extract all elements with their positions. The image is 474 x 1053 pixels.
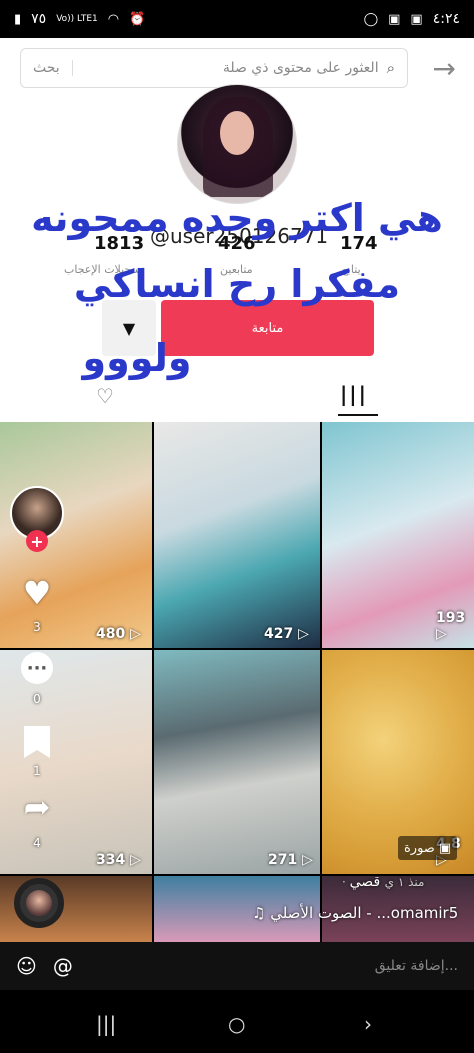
- avatar-face: [220, 111, 254, 155]
- share-count: 4: [33, 836, 41, 850]
- battery-icon: ▮: [14, 11, 22, 27]
- comment-bar: ☺ @ إضافة تعليق...: [0, 942, 474, 990]
- home-icon[interactable]: ○: [228, 1012, 245, 1036]
- view-count: 334 ▷: [96, 852, 141, 868]
- network-label: Vo)) LTE1: [56, 14, 98, 24]
- view-count: 271 ▷: [268, 852, 313, 868]
- image-icon: ▣: [410, 11, 423, 27]
- status-left: ▮ ٧٥ Vo)) LTE1 ◠ ⏰: [14, 11, 145, 27]
- photo-tag: صورة ▣: [398, 836, 458, 860]
- alarm-icon: ⏰: [129, 11, 146, 27]
- video-grid: 480 ▷ 427 ▷ 193 ▷ 334 ▷ 271 ▷ 4.8 ▷: [0, 422, 474, 942]
- back-icon[interactable]: ›: [364, 1012, 372, 1036]
- search-icon: ⌕: [386, 59, 395, 77]
- active-tab-indicator: [338, 414, 378, 416]
- music-disc-cover: [26, 890, 52, 916]
- tab-liked-hidden-icon[interactable]: ♡: [96, 384, 114, 408]
- follow-plus-icon[interactable]: +: [26, 530, 48, 552]
- back-arrow-icon[interactable]: →: [433, 52, 456, 85]
- comment-input[interactable]: إضافة تعليق...: [89, 958, 458, 974]
- share-icon[interactable]: ➦: [18, 788, 56, 826]
- clock: ٤:٢٤: [432, 11, 460, 27]
- overlay-text-line1: هي اكتر وحده ممحونه: [31, 196, 443, 240]
- music-disc-icon[interactable]: [14, 878, 64, 928]
- search-button[interactable]: بحث: [33, 60, 73, 76]
- bookmark-count: 1: [33, 764, 41, 778]
- battery-level: ٧٥: [31, 11, 47, 27]
- view-count: 480 ▷: [96, 626, 141, 642]
- emoji-icon[interactable]: ☺: [16, 954, 37, 978]
- search-input[interactable]: العثور على محتوى ذي صلة: [73, 60, 387, 76]
- system-nav-bar: ||| ○ ›: [0, 990, 474, 1053]
- video-thumbnail[interactable]: 427 ▷: [154, 422, 320, 648]
- view-count: 427 ▷: [264, 626, 309, 642]
- video-thumbnail[interactable]: 193 ▷: [322, 422, 474, 648]
- search-bar[interactable]: بحث العثور على محتوى ذي صلة ⌕: [20, 48, 408, 88]
- photo-tag-label: صورة: [404, 840, 435, 856]
- comment-icon[interactable]: ···: [21, 652, 53, 684]
- wifi-icon: ◠: [107, 11, 120, 27]
- status-bar: ▮ ٧٥ Vo)) LTE1 ◠ ⏰ ◯ ▣ ▣ ٤:٢٤: [0, 0, 474, 38]
- profile-tabs: ♡ |||: [0, 374, 474, 422]
- photo-icon: ▣: [438, 840, 452, 856]
- overlay-text-line2: مفكرا رح انساكي: [73, 262, 401, 306]
- sound-label[interactable]: ♫ الصوت الأصلي - ...omamir5: [252, 904, 458, 922]
- status-right: ◯ ▣ ▣ ٤:٢٤: [364, 11, 460, 27]
- mention-icon[interactable]: @: [53, 954, 73, 978]
- caption-author[interactable]: · منذ ١ ي قصي: [342, 874, 424, 890]
- caption-author-name[interactable]: قصي: [350, 874, 381, 890]
- like-count: 3: [33, 620, 41, 634]
- gallery-icon: ▣: [388, 11, 401, 27]
- whatsapp-icon: ◯: [363, 11, 379, 27]
- profile-avatar[interactable]: [177, 84, 297, 204]
- tab-videos-grid-icon[interactable]: |||: [340, 382, 368, 406]
- view-count: 193 ▷: [436, 610, 466, 642]
- video-thumbnail[interactable]: 271 ▷: [154, 650, 320, 874]
- recents-icon[interactable]: |||: [96, 1012, 116, 1036]
- comment-count: 0: [33, 692, 41, 706]
- profile-header: بحث العثور على محتوى ذي صلة ⌕ → @user250…: [0, 38, 474, 422]
- heart-icon[interactable]: ♥: [18, 574, 56, 612]
